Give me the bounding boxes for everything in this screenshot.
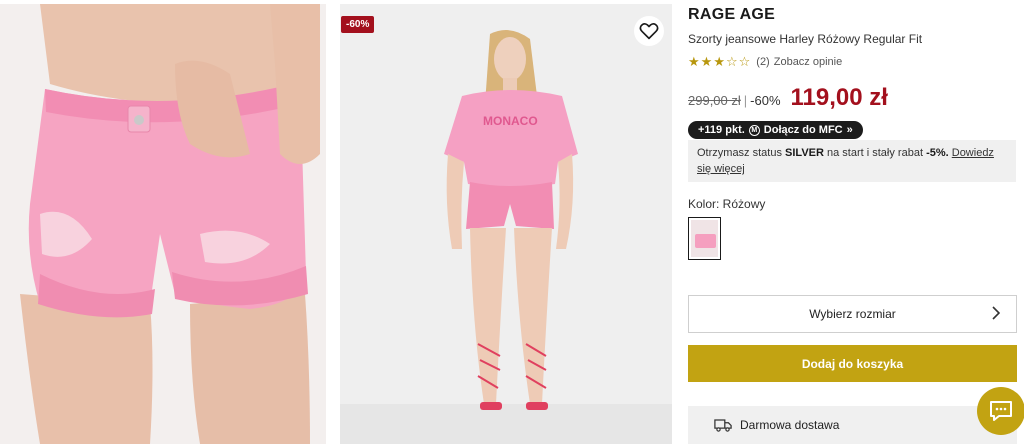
info-status: SILVER <box>785 147 824 159</box>
color-swatch-pink[interactable] <box>688 217 721 260</box>
price-separator: | <box>743 93 748 108</box>
star-empty-icon: ☆ <box>738 54 751 69</box>
star-filled-icon: ★ <box>688 54 700 69</box>
info-rebate: -5% <box>926 147 946 159</box>
chat-button[interactable] <box>977 387 1024 435</box>
star-filled-icon: ★ <box>713 54 725 69</box>
heart-icon <box>639 23 659 40</box>
mfc-points: +119 pkt. <box>698 124 745 136</box>
info-prefix: Otrzymasz status <box>697 147 786 159</box>
wishlist-button[interactable] <box>634 16 664 46</box>
old-price: 299,00 zł <box>688 93 741 108</box>
shorts-closeup-illustration <box>20 4 320 444</box>
star-empty-icon: ☆ <box>725 54 738 69</box>
chat-icon <box>990 401 1012 421</box>
size-select-label: Wybierz rozmiar <box>809 307 896 321</box>
delivery-truck-icon <box>714 419 732 432</box>
mfc-join-label: Dołącz do MFC <box>763 124 843 136</box>
free-delivery-info[interactable]: Darmowa dostawa <box>688 406 1017 444</box>
discount-percent: -60% <box>750 93 781 108</box>
mfc-logo-icon: M <box>748 124 760 136</box>
chevron-right-icon <box>992 306 1001 323</box>
add-to-cart-button[interactable]: Dodaj do koszyka <box>688 345 1017 382</box>
membership-info-box: Otrzymasz status SILVER na start i stały… <box>688 140 1016 182</box>
discount-badge: -60% <box>341 16 375 33</box>
double-chevron-icon: » <box>846 124 853 136</box>
review-count: (2) <box>756 55 770 68</box>
info-middle: na start i stały rabat <box>823 147 927 159</box>
delivery-label: Darmowa dostawa <box>740 418 840 432</box>
size-select[interactable]: Wybierz rozmiar <box>688 295 1017 333</box>
color-label: Kolor: Różowy <box>688 197 766 211</box>
price-row: 299,00 zł | -60% 119,00 zł <box>688 84 888 112</box>
reviews-link[interactable]: Zobacz opinie <box>774 56 843 68</box>
tee-print-text: MONACO <box>483 114 538 128</box>
product-title: Szorty jeansowe Harley Różowy Regular Fi… <box>688 32 923 46</box>
model-illustration: MONACO <box>444 30 578 410</box>
rating[interactable]: ★ ★ ★ ☆ ☆ (2) Zobacz opinie <box>688 55 842 68</box>
product-image-model[interactable]: MONACO <box>340 4 672 444</box>
product-image-detail[interactable] <box>0 4 326 444</box>
star-filled-icon: ★ <box>700 54 713 69</box>
brand-name[interactable]: RAGE AGE <box>688 6 775 24</box>
mfc-join-button[interactable]: +119 pkt. M Dołącz do MFC » <box>688 121 863 139</box>
current-price: 119,00 zł <box>790 84 888 111</box>
